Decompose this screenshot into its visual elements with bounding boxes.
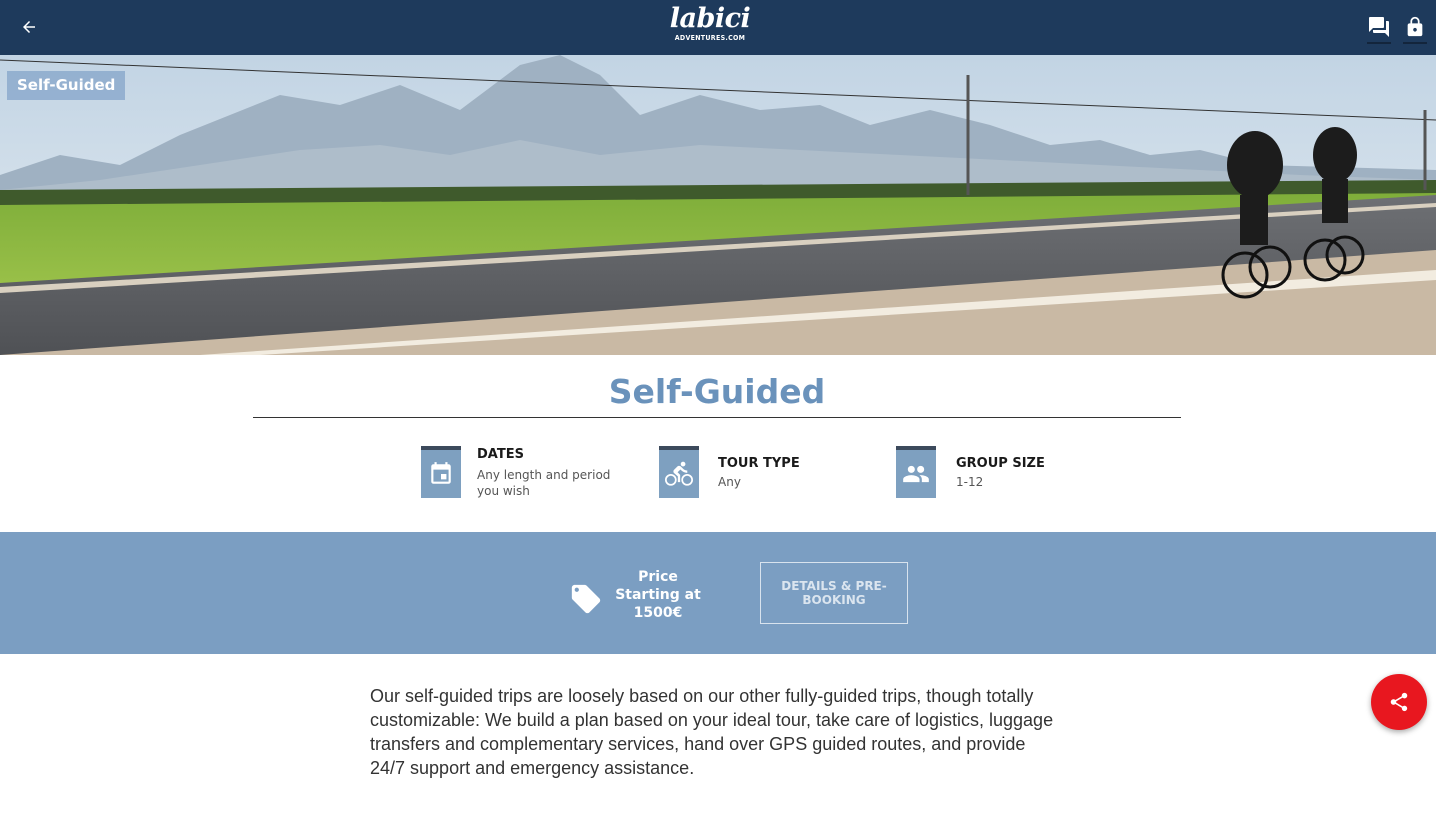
share-button[interactable] (1371, 674, 1427, 730)
lock-button[interactable] (1400, 12, 1430, 44)
logo-tagline: ADVENTURES.COM (674, 34, 746, 42)
lock-icon (1407, 16, 1423, 37)
feature-value: 1-12 (956, 475, 984, 489)
chat-button[interactable] (1364, 12, 1394, 44)
top-app-bar: labici ADVENTURES.COM (0, 0, 1436, 55)
chat-bubbles-icon (1369, 17, 1389, 37)
bicycle-icon (665, 461, 693, 486)
feature-title: TOUR TYPE (718, 456, 800, 471)
back-button[interactable] (14, 12, 44, 42)
feature-title: GROUP SIZE (956, 456, 1045, 471)
feature-icon-box (421, 446, 461, 498)
group-icon (903, 465, 929, 483)
feature-icon-box (659, 446, 699, 498)
price-tag-icon (571, 584, 601, 614)
arrow-left-icon (23, 21, 35, 33)
hero-image: Self-Guided (0, 55, 1436, 355)
hero-landscape-illustration (0, 55, 1436, 355)
logo[interactable]: labici ADVENTURES.COM (664, 4, 756, 48)
feature-value: Any (718, 475, 741, 489)
calendar-icon (431, 462, 451, 484)
price-band (0, 532, 1436, 654)
details-prebooking-button[interactable]: DETAILS & PRE-BOOKING (760, 562, 908, 624)
tour-description: Our self-guided trips are loosely based … (370, 686, 1054, 778)
price-label: Price (638, 569, 678, 585)
price-amount: 1500€ (633, 605, 683, 621)
tour-category-badge: Self-Guided (7, 71, 126, 100)
feature-dates: DATES Any length and period you wish (421, 446, 641, 498)
feature-value: Any length and period you wish (477, 468, 611, 498)
title-divider (253, 417, 1181, 418)
share-icon (1390, 692, 1408, 712)
feature-title: DATES (477, 447, 524, 462)
feature-tour-type: TOUR TYPE Any (659, 446, 859, 498)
price-prefix: Starting at (615, 587, 701, 603)
logo-wordmark: labici (669, 3, 751, 34)
feature-icon-box (896, 446, 936, 498)
price-summary: Price Starting at 1500€ (608, 568, 708, 622)
page-title: Self-Guided (608, 372, 826, 411)
feature-group-size: GROUP SIZE 1-12 (896, 446, 1096, 498)
